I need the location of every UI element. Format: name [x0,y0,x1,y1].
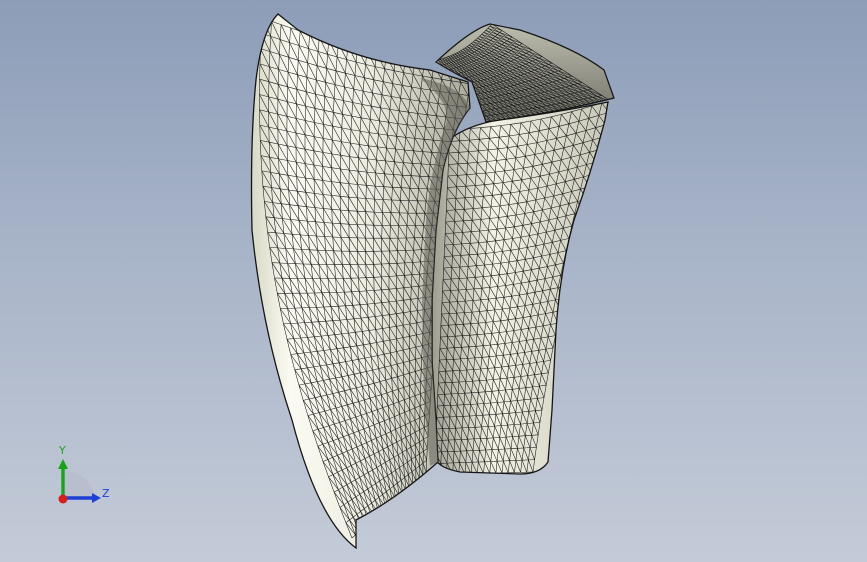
graphics-viewport[interactable] [0,0,867,562]
coordinate-triad: Y Z [58,444,110,504]
triad-z-label: Z [102,487,110,500]
triad-y-label: Y [58,444,66,457]
triad-x-axis-dot [58,494,68,504]
triad-y-arrow-icon [58,459,68,469]
triad-z-arrow-icon [92,493,101,503]
triad-xy-plane [63,470,96,498]
